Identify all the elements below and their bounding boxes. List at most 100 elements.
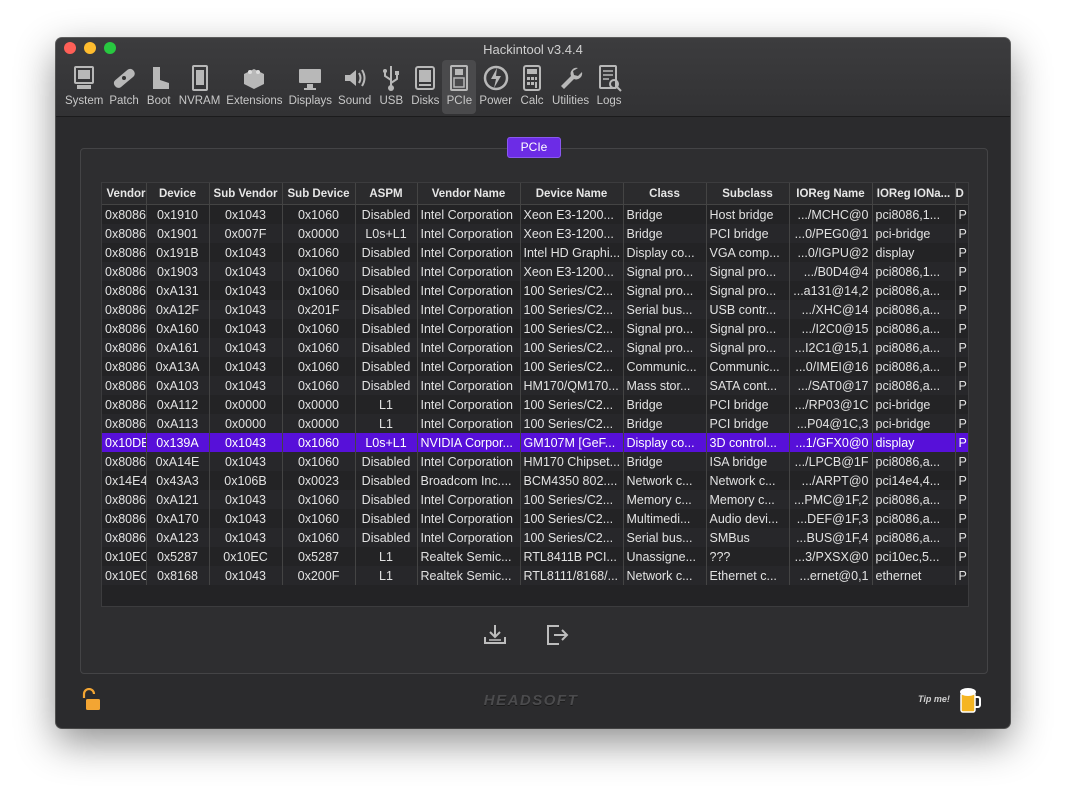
table-row[interactable]: 0x10DE 0x139A 0x1043 0x1060 L0s+L1 NVIDIA Cor… — [102, 433, 968, 452]
table-row[interactable]: 0x8086 0xA13A 0x1043 0x1060 Disabled Intel Co… — [102, 357, 968, 376]
toolbar-item-pcie[interactable]: PCIe — [442, 60, 477, 114]
table-row[interactable]: 0x8086 0xA123 0x1043 0x1060 Disabled Intel Co… — [102, 528, 968, 547]
table-row[interactable]: 0x10EC 0x8168 0x1043 0x200F L1 Realtek Semic.… — [102, 566, 968, 585]
table-cell: pci-bridge — [872, 224, 956, 243]
toolbar-item-utilities[interactable]: Utilities — [549, 60, 592, 114]
table-cell: Network c... — [623, 471, 707, 490]
table-cell: 100 Series/C2... — [520, 509, 624, 528]
column-header[interactable]: Sub Device — [282, 183, 356, 205]
table-cell: Memory c... — [706, 490, 790, 509]
table-cell: 0x43A3 — [146, 471, 210, 490]
table-cell: pci8086,a... — [872, 376, 956, 395]
table-cell: P — [955, 338, 968, 357]
toolbar-item-sound[interactable]: Sound — [335, 60, 374, 114]
export-icon[interactable] — [482, 622, 508, 648]
table-cell: Disabled — [355, 281, 418, 300]
table-cell: Intel Corporation — [417, 509, 521, 528]
table-row[interactable]: 0x8086 0x1903 0x1043 0x1060 Disabled Intel Co… — [102, 262, 968, 281]
table-cell: 0x1043 — [209, 357, 283, 376]
table-cell: 0x5287 — [282, 547, 356, 566]
column-header[interactable]: IOReg IONa... — [872, 183, 956, 205]
column-header[interactable]: IOReg Name — [789, 183, 873, 205]
table-row[interactable]: 0x8086 0xA161 0x1043 0x1060 Disabled Intel Co… — [102, 338, 968, 357]
table-row[interactable]: 0x8086 0xA14E 0x1043 0x1060 Disabled Intel Co… — [102, 452, 968, 471]
patch-icon — [113, 68, 135, 88]
column-header[interactable]: ASPM — [355, 183, 418, 205]
toolbar-item-extensions[interactable]: Extensions — [223, 60, 285, 114]
column-header[interactable]: Vendor — [102, 183, 147, 205]
column-header[interactable]: Device Name — [520, 183, 624, 205]
column-header[interactable]: Vendor Name — [417, 183, 521, 205]
table-cell: .../SAT0@17 — [789, 376, 873, 395]
beer-icon[interactable] — [958, 686, 982, 714]
table-cell: Signal pro... — [706, 262, 790, 281]
column-header[interactable]: Device — [146, 183, 210, 205]
table-row[interactable]: 0x8086 0xA160 0x1043 0x1060 Disabled Intel Co… — [102, 319, 968, 338]
toolbar: System Patch Boot NVRAM Extensions Displays So… — [62, 60, 626, 114]
table-row[interactable]: 0x8086 0xA170 0x1043 0x1060 Disabled Intel Co… — [102, 509, 968, 528]
table-cell: Realtek Semic... — [417, 566, 521, 585]
toolbar-item-disks[interactable]: Disks — [408, 60, 442, 114]
table-row[interactable]: 0x14E4 0x43A3 0x106B 0x0023 Disabled Broadcom… — [102, 471, 968, 490]
table-cell: ...DEF@1F,3 — [789, 509, 873, 528]
tip-label[interactable]: Tip me! — [918, 694, 950, 704]
table-cell: 100 Series/C2... — [520, 490, 624, 509]
table-row[interactable]: 0x8086 0xA121 0x1043 0x1060 Disabled Intel Co… — [102, 490, 968, 509]
exit-icon[interactable] — [544, 622, 570, 648]
toolbar-item-system[interactable]: System — [62, 60, 106, 114]
table-cell: ...a131@14,2 — [789, 281, 873, 300]
toolbar-item-label: Boot — [146, 95, 171, 107]
table-row[interactable]: 0x8086 0x1901 0x007F 0x0000 L0s+L1 Intel Corp… — [102, 224, 968, 243]
pcie-table-container[interactable]: Vendor Device Sub Vendor Sub Device ASPM Vend… — [101, 182, 969, 607]
table-cell: 100 Series/C2... — [520, 414, 624, 433]
table-row[interactable]: 0x8086 0x1910 0x1043 0x1060 Disabled Intel Co… — [102, 204, 968, 224]
toolbar-item-label: Sound — [338, 95, 372, 107]
table-cell: 0x8086 — [102, 281, 147, 300]
table-row[interactable]: 0x8086 0xA113 0x0000 0x0000 L1 Intel Corporat… — [102, 414, 968, 433]
table-cell: 0x1060 — [282, 319, 356, 338]
toolbar-item-label: Logs — [596, 95, 622, 107]
table-cell: 100 Series/C2... — [520, 357, 624, 376]
table-cell: ...0/IMEI@16 — [789, 357, 873, 376]
table-cell: 0x106B — [209, 471, 283, 490]
toolbar-item-patch[interactable]: Patch — [106, 60, 141, 114]
toolbar-item-boot[interactable]: Boot — [142, 60, 176, 114]
table-cell: pci14e4,4... — [872, 471, 956, 490]
table-cell: display — [872, 243, 956, 262]
table-cell: P — [955, 471, 968, 490]
table-cell: 0x1060 — [282, 281, 356, 300]
table-cell: 0x10DE — [102, 433, 147, 452]
boot-icon — [152, 67, 169, 89]
table-row[interactable]: 0x10EC 0x5287 0x10EC 0x5287 L1 Realtek Semic.… — [102, 547, 968, 566]
toolbar-item-logs[interactable]: Logs — [592, 60, 626, 114]
table-cell: Xeon E3-1200... — [520, 224, 624, 243]
table-row[interactable]: 0x8086 0xA103 0x1043 0x1060 Disabled Intel Co… — [102, 376, 968, 395]
column-header[interactable]: Subclass — [706, 183, 790, 205]
toolbar-item-power[interactable]: Power — [476, 60, 515, 114]
table-cell: pci8086,a... — [872, 319, 956, 338]
table-cell: 0xA160 — [146, 319, 210, 338]
column-header[interactable]: D — [955, 183, 968, 205]
table-cell: 0x8086 — [102, 262, 147, 281]
toolbar-item-nvram[interactable]: NVRAM — [176, 60, 224, 114]
column-header[interactable]: Sub Vendor — [209, 183, 283, 205]
toolbar-item-displays[interactable]: Displays — [286, 60, 335, 114]
toolbar-item-label: Calc — [520, 95, 544, 107]
table-cell: Disabled — [355, 338, 418, 357]
table-cell: P — [955, 224, 968, 243]
toolbar-item-calc[interactable]: Calc — [515, 60, 549, 114]
table-row[interactable]: 0x8086 0x191B 0x1043 0x1060 Disabled Intel Co… — [102, 243, 968, 262]
unlocked-lock-icon[interactable] — [80, 688, 102, 712]
table-cell: Disabled — [355, 243, 418, 262]
toolbar-item-usb[interactable]: USB — [374, 60, 408, 114]
table-cell: L0s+L1 — [355, 224, 418, 243]
column-header[interactable]: Class — [623, 183, 707, 205]
table-cell: Realtek Semic... — [417, 547, 521, 566]
logs-icon — [599, 65, 622, 92]
table-cell: 0x8086 — [102, 338, 147, 357]
table-cell: 100 Series/C2... — [520, 300, 624, 319]
table-row[interactable]: 0x8086 0xA12F 0x1043 0x201F Disabled Intel Co… — [102, 300, 968, 319]
table-row[interactable]: 0x8086 0xA131 0x1043 0x1060 Disabled Intel Co… — [102, 281, 968, 300]
table-cell: 0x8086 — [102, 300, 147, 319]
table-row[interactable]: 0x8086 0xA112 0x0000 0x0000 L1 Intel Corporat… — [102, 395, 968, 414]
